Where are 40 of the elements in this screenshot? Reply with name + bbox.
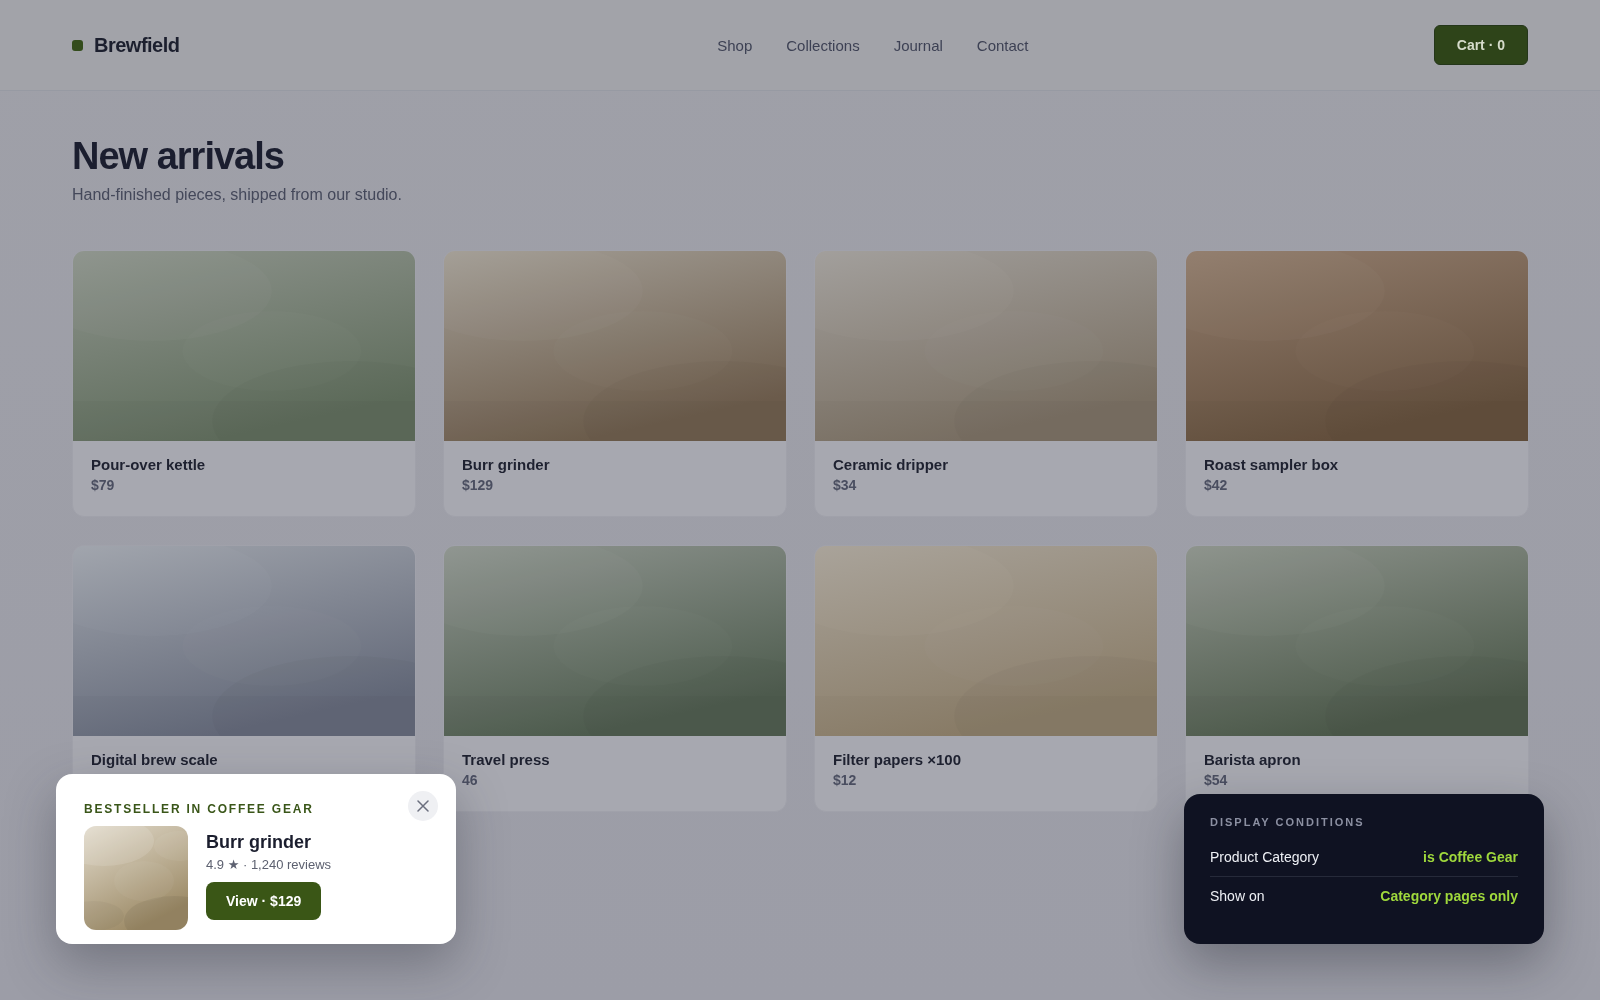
product-name: Pour-over kettle bbox=[91, 456, 207, 473]
product-name: Digital brew scale bbox=[91, 751, 219, 768]
product-price: $34 bbox=[833, 477, 858, 493]
product-price: $129 bbox=[462, 477, 495, 493]
cart-button[interactable]: Cart · 0 bbox=[1433, 25, 1528, 65]
close-button[interactable] bbox=[408, 791, 438, 821]
nav-link[interactable]: Contact bbox=[976, 36, 1029, 54]
condition-label: Show on bbox=[1210, 888, 1265, 904]
panel-heading: DISPLAY CONDITIONS bbox=[1210, 816, 1366, 828]
product-price: $54 bbox=[1204, 772, 1229, 788]
nav-link[interactable]: Collections bbox=[786, 36, 860, 54]
product-name: Travel press bbox=[462, 751, 551, 768]
condition-label: Product Category bbox=[1210, 849, 1319, 865]
nav-link[interactable]: Journal bbox=[893, 36, 943, 54]
product-name: Barista apron bbox=[1204, 751, 1302, 768]
product-name: Ceramic dripper bbox=[833, 456, 950, 473]
product-name: Filter papers ×100 bbox=[833, 751, 962, 768]
product-price: 46 bbox=[462, 772, 479, 788]
product-card[interactable]: Filter papers ×100 $12 bbox=[814, 545, 1158, 812]
product-card[interactable]: Burr grinder $129 bbox=[443, 250, 787, 517]
close-icon bbox=[417, 800, 429, 812]
product-name: Roast sampler box bbox=[1204, 456, 1340, 473]
page-subtitle: Hand-finished pieces, shipped from our studio. bbox=[72, 186, 403, 204]
product-price: $79 bbox=[91, 477, 116, 493]
logo-icon bbox=[72, 39, 83, 51]
product-card[interactable]: Roast sampler box $42 bbox=[1185, 250, 1529, 517]
brand-logo[interactable]: Brewfield bbox=[94, 33, 180, 57]
condition-value: is Coffee Gear bbox=[1423, 849, 1518, 865]
product-price: $12 bbox=[833, 772, 858, 788]
product-name: Burr grinder bbox=[462, 456, 551, 473]
page-title: New arrivals bbox=[72, 135, 285, 178]
popup-product-name: Burr grinder bbox=[206, 832, 311, 853]
product-card[interactable]: Ceramic dripper $34 bbox=[814, 250, 1158, 517]
condition-value: Category pages only bbox=[1380, 888, 1518, 904]
product-card[interactable]: Travel press 46 bbox=[443, 545, 787, 812]
nav-link[interactable]: Shop bbox=[717, 36, 753, 54]
product-card[interactable]: Pour-over kettle $79 bbox=[72, 250, 416, 517]
view-button[interactable]: View · $129 bbox=[206, 882, 322, 920]
product-price: $42 bbox=[1204, 477, 1229, 493]
rating-text: 4.9 ★ · 1,240 reviews bbox=[206, 857, 332, 872]
